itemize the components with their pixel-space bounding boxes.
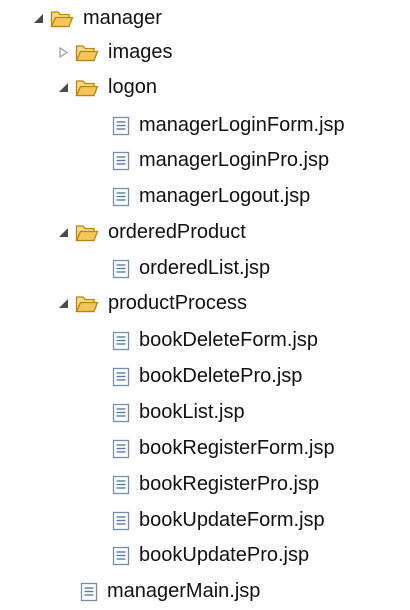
tree-node-file-managermain[interactable]: managerMain.jsp <box>80 573 260 610</box>
tree-node-file[interactable]: bookUpdateForm.jsp <box>112 502 325 539</box>
jsp-file-icon <box>112 439 130 459</box>
tree-node-label: logon <box>108 76 157 98</box>
file-label: bookUpdatePro.jsp <box>139 544 310 566</box>
file-label: managerLoginPro.jsp <box>139 149 330 171</box>
file-label: managerLoginForm.jsp <box>139 114 345 136</box>
tree-node-file[interactable]: bookRegisterPro.jsp <box>112 466 319 503</box>
file-label: bookDeletePro.jsp <box>139 365 303 387</box>
tree-node-label: orderedProduct <box>108 221 246 243</box>
jsp-file-icon <box>112 151 130 171</box>
folder-open-icon <box>75 294 99 314</box>
tree-node-file[interactable]: bookList.jsp <box>112 394 245 431</box>
tree-node-file[interactable]: managerLoginForm.jsp <box>112 107 345 144</box>
jsp-file-icon <box>112 331 130 351</box>
tree-node-file[interactable]: orderedList.jsp <box>112 250 270 287</box>
tree-node-label: images <box>108 41 173 63</box>
file-label: bookDeleteForm.jsp <box>139 329 318 351</box>
tree-node-file[interactable]: bookDeletePro.jsp <box>112 358 302 395</box>
file-label: bookRegisterPro.jsp <box>139 473 320 495</box>
tree-node-orderedproduct[interactable]: orderedProduct <box>55 214 246 251</box>
file-label: orderedList.jsp <box>139 257 271 279</box>
tree-node-logon[interactable]: logon <box>55 69 157 106</box>
tree-node-file[interactable]: managerLoginPro.jsp <box>112 142 329 179</box>
folder-open-icon <box>75 223 99 243</box>
jsp-file-icon <box>112 187 130 207</box>
expand-toggle-collapsed-icon[interactable] <box>55 45 71 61</box>
project-explorer-tree: manager images logon managerLoginForm.js… <box>0 0 410 607</box>
jsp-file-icon <box>112 116 130 136</box>
jsp-file-icon <box>112 367 130 387</box>
folder-closed-icon <box>75 43 99 63</box>
tree-node-file[interactable]: managerLogout.jsp <box>112 178 310 215</box>
jsp-file-icon <box>80 582 98 602</box>
expand-toggle-expanded-icon[interactable] <box>55 80 71 96</box>
expand-toggle-expanded-icon[interactable] <box>55 225 71 241</box>
tree-node-images[interactable]: images <box>55 34 172 71</box>
tree-node-manager[interactable]: manager <box>30 0 162 37</box>
expand-toggle-expanded-icon[interactable] <box>55 296 71 312</box>
tree-node-file[interactable]: bookRegisterForm.jsp <box>112 430 335 467</box>
file-label: managerMain.jsp <box>107 580 261 602</box>
expand-toggle-expanded-icon[interactable] <box>30 11 46 27</box>
file-label: bookUpdateForm.jsp <box>139 509 325 531</box>
jsp-file-icon <box>112 511 130 531</box>
folder-open-icon <box>50 9 74 29</box>
tree-node-label: manager <box>83 7 162 29</box>
file-label: managerLogout.jsp <box>139 185 311 207</box>
tree-node-file[interactable]: bookDeleteForm.jsp <box>112 322 318 359</box>
jsp-file-icon <box>112 546 130 566</box>
tree-node-file[interactable]: bookUpdatePro.jsp <box>112 537 309 574</box>
tree-node-label: productProcess <box>108 292 247 314</box>
file-label: bookList.jsp <box>139 401 245 423</box>
folder-open-icon <box>75 78 99 98</box>
jsp-file-icon <box>112 475 130 495</box>
file-label: bookRegisterForm.jsp <box>139 437 335 459</box>
tree-node-productprocess[interactable]: productProcess <box>55 285 247 322</box>
jsp-file-icon <box>112 259 130 279</box>
jsp-file-icon <box>112 403 130 423</box>
